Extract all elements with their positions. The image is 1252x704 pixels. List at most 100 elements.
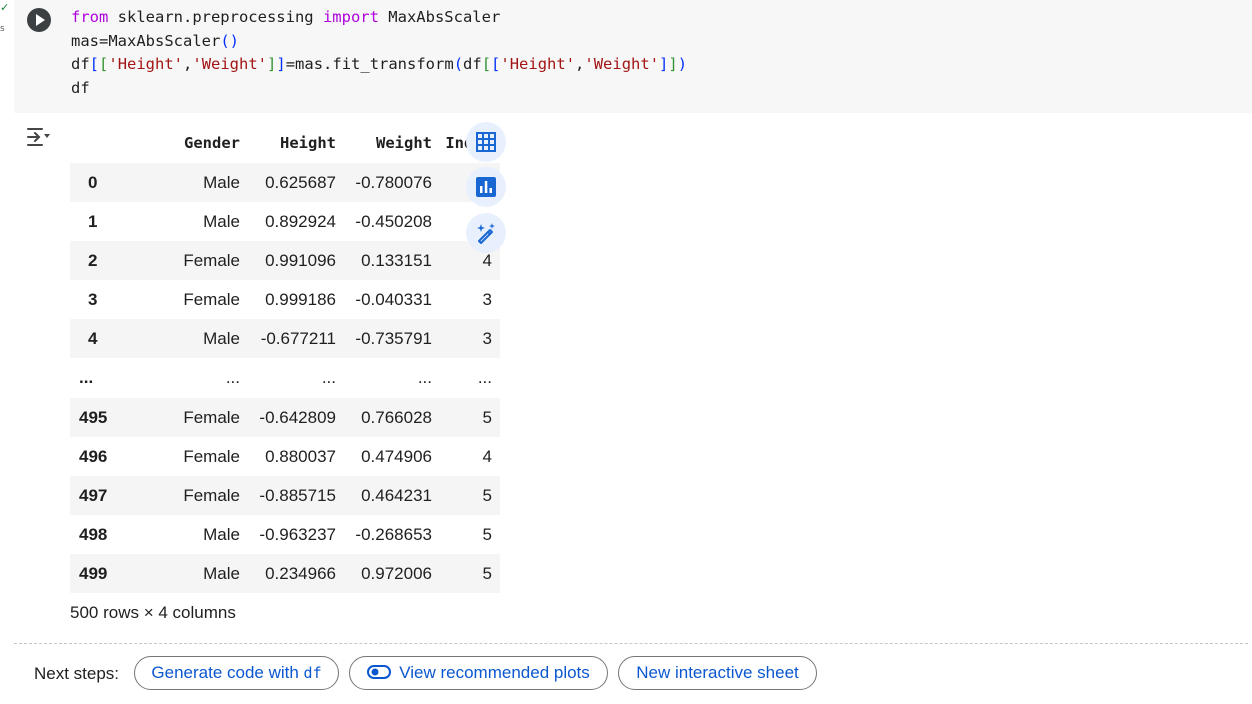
cell-weight: -0.040331 (355, 289, 432, 309)
cell-height: 0.625687 (265, 172, 336, 192)
table-row: 499 Male 0.234966 0.972006 5 (70, 554, 500, 593)
table-header-row: Gender Height Weight Index (70, 123, 500, 163)
convert-to-interactive-table-button[interactable] (466, 122, 506, 162)
row-index: 496 (79, 446, 108, 466)
row-index: ... (79, 368, 94, 387)
row-index: 2 (88, 250, 98, 270)
cell-height: 0.880037 (265, 446, 336, 466)
divider (14, 643, 1248, 644)
table-row: 495 Female -0.642809 0.766028 5 (70, 398, 500, 437)
code-token: ( (453, 55, 464, 73)
code-token: sklearn.preprocessing (108, 8, 323, 26)
generate-code-with-df-button[interactable]: Generate code with df (134, 656, 339, 690)
table-row: 1Male0.892924-0.4502082 (70, 202, 500, 241)
code-token: ] (276, 55, 286, 73)
table-row: 3 Female 0.999186 -0.040331 3 (70, 280, 500, 319)
row-index: 499 (79, 563, 108, 583)
row-index: 3 (88, 289, 98, 309)
table-row: 498 Male -0.963237 -0.268653 5 (70, 515, 500, 554)
cell-status: ✓ s (0, 2, 10, 34)
execution-time: s (0, 24, 5, 34)
cell-height: ... (321, 368, 336, 387)
cell-gender: Male (203, 211, 240, 231)
code-token: [ (491, 55, 501, 73)
cell-weight: -0.735791 (355, 328, 432, 348)
code-token: =mas.fit_transform (285, 55, 454, 73)
code-token: [ (89, 55, 100, 73)
table-row: 4 Male -0.677211 -0.735791 3 (70, 319, 500, 358)
cell-index: ... (477, 368, 492, 387)
code-token: ] (659, 55, 669, 73)
output-actions-icon (27, 128, 50, 146)
row-index: 0 (88, 172, 98, 192)
cell-gender: Male (203, 563, 240, 583)
table-row: 496 Female 0.880037 0.474906 4 (70, 437, 500, 476)
cell-height: -0.642809 (259, 407, 336, 427)
cell-index: 5 (482, 485, 492, 505)
table-row: 2 Female 0.991096 0.133151 4 (70, 241, 500, 280)
code-token: 'Height' (108, 55, 184, 73)
code-token: mas=MaxAbsScaler (71, 31, 221, 50)
table-row: 497 Female -0.885715 0.464231 5 (70, 476, 500, 515)
cell-index: 5 (482, 524, 492, 544)
cell-height: 0.999186 (265, 289, 336, 309)
cell-height: -0.885715 (259, 485, 336, 505)
code-token: df (71, 55, 90, 73)
output-actions-button[interactable] (25, 124, 53, 150)
cell-index: 3 (482, 328, 492, 348)
code-token: 'Weight' (584, 55, 660, 73)
code-token: () (220, 31, 239, 50)
play-icon (36, 14, 45, 26)
table-icon (476, 132, 496, 152)
new-sheet-label: New interactive sheet (636, 663, 799, 682)
cell-weight: 0.474906 (361, 446, 432, 466)
row-index: 1 (88, 211, 98, 231)
code-token: ) (677, 55, 688, 73)
cell-height: 0.234966 (265, 563, 336, 583)
cell-gender: Female (183, 407, 240, 427)
code-token: df (463, 55, 482, 73)
code-token: , (575, 55, 585, 73)
view-recommended-plots-button[interactable]: View recommended plots (349, 656, 608, 690)
cell-height: -0.677211 (260, 328, 336, 348)
code-line: df (71, 77, 687, 101)
cell-gender: Female (183, 289, 240, 309)
check-icon: ✓ (0, 2, 10, 14)
cell-gender: ... (225, 368, 240, 387)
row-index: 4 (88, 328, 98, 348)
generate-code-var: df (303, 664, 322, 682)
cell-index: 5 (482, 407, 492, 427)
code-token: , (183, 55, 193, 73)
row-index: 495 (79, 407, 108, 427)
code-token: df (71, 78, 90, 97)
cell-gender: Male (203, 524, 240, 544)
code-line: mas=MaxAbsScaler() (71, 30, 687, 54)
view-plots-label: View recommended plots (399, 663, 590, 682)
ellipsis-row: ............... (70, 358, 500, 398)
column-header-height: Height (280, 134, 336, 152)
row-index: 498 (79, 524, 108, 544)
cell-weight: -0.780076 (355, 172, 432, 192)
code-editor[interactable]: from sklearn.preprocessing import MaxAbs… (71, 6, 687, 100)
run-cell-button[interactable] (27, 8, 51, 32)
cell-gender: Female (183, 250, 240, 270)
chart-icon (476, 177, 496, 197)
cell-height: 0.991096 (265, 250, 336, 270)
table-row: 0Male0.625687-0.7800764 (70, 163, 500, 202)
cell-weight: 0.766028 (361, 407, 432, 427)
suggest-charts-button[interactable] (466, 167, 506, 207)
code-token: MaxAbsScaler (378, 8, 501, 26)
cell-weight: 0.972006 (361, 563, 432, 583)
code-token: [ (481, 55, 492, 73)
code-token: 'Height' (500, 55, 576, 73)
code-token: from (71, 8, 109, 26)
generate-code-button[interactable] (466, 213, 506, 253)
next-steps-label: Next steps: (34, 664, 120, 683)
cell-index: 5 (482, 563, 492, 583)
code-line: from sklearn.preprocessing import MaxAbs… (71, 6, 687, 30)
new-interactive-sheet-button[interactable]: New interactive sheet (618, 656, 817, 690)
code-token: 'Weight' (192, 55, 268, 73)
cell-gender: Female (183, 446, 240, 466)
code-token: import (322, 8, 379, 26)
magic-wand-icon (477, 223, 495, 244)
